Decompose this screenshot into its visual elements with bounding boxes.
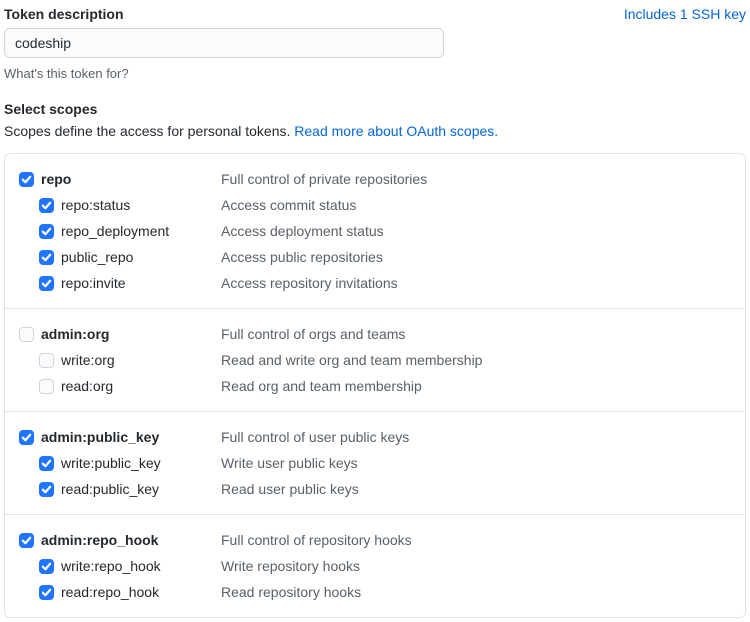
scope-desc: Full control of orgs and teams [221, 326, 405, 342]
scope-desc: Full control of private repositories [221, 171, 427, 187]
scope-desc: Read and write org and team membership [221, 352, 482, 368]
scope-row-child: write:public_key Write user public keys [19, 450, 731, 476]
scope-name: repo_deployment [61, 223, 169, 239]
scope-desc: Access repository invitations [221, 275, 398, 291]
scope-checkbox-write-org[interactable] [39, 353, 54, 368]
scope-desc: Access commit status [221, 197, 356, 213]
scope-checkbox-write-public-key[interactable] [39, 456, 54, 471]
scope-name: admin:repo_hook [41, 532, 158, 548]
oauth-scopes-link[interactable]: Read more about OAuth scopes. [294, 123, 498, 139]
ssh-key-link[interactable]: Includes 1 SSH key [624, 6, 746, 22]
select-scopes-heading: Select scopes [4, 101, 746, 117]
scope-checkbox-read-org[interactable] [39, 379, 54, 394]
scope-checkbox-repo-status[interactable] [39, 198, 54, 213]
scope-checkbox-read-public-key[interactable] [39, 482, 54, 497]
scopes-desc-prefix: Scopes define the access for personal to… [4, 123, 294, 139]
scope-checkbox-admin-repo-hook[interactable] [19, 533, 34, 548]
token-description-label: Token description [4, 6, 444, 22]
scope-group: admin:repo_hook Full control of repositor… [5, 514, 745, 617]
token-description-input[interactable] [4, 28, 444, 58]
scope-desc: Read repository hooks [221, 584, 361, 600]
scope-name: repo [41, 171, 71, 187]
scope-row-parent: repo Full control of private repositories [19, 166, 731, 192]
scope-checkbox-public-repo[interactable] [39, 250, 54, 265]
scope-row-child: repo:status Access commit status [19, 192, 731, 218]
scope-group: admin:org Full control of orgs and teams w… [5, 308, 745, 411]
scope-row-child: read:repo_hook Read repository hooks [19, 579, 731, 605]
scope-row-child: write:org Read and write org and team mem… [19, 347, 731, 373]
scope-row-child: write:repo_hook Write repository hooks [19, 553, 731, 579]
scope-checkbox-admin-org[interactable] [19, 327, 34, 342]
scope-group: repo Full control of private repositories… [5, 154, 745, 308]
scope-desc: Write user public keys [221, 455, 358, 471]
scope-desc: Read org and team membership [221, 378, 422, 394]
scope-name: admin:org [41, 326, 109, 342]
scope-name: repo:status [61, 197, 130, 213]
scope-row-child: public_repo Access public repositories [19, 244, 731, 270]
scope-checkbox-repo-invite[interactable] [39, 276, 54, 291]
scope-name: write:org [61, 352, 115, 368]
scope-name: write:public_key [61, 455, 161, 471]
scope-checkbox-admin-public-key[interactable] [19, 430, 34, 445]
scope-desc: Access public repositories [221, 249, 383, 265]
scope-name: read:repo_hook [61, 584, 159, 600]
scope-group: admin:public_key Full control of user pub… [5, 411, 745, 514]
scope-name: read:org [61, 378, 113, 394]
scope-row-child: repo:invite Access repository invitations [19, 270, 731, 296]
scope-row-parent: admin:public_key Full control of user pub… [19, 424, 731, 450]
scope-checkbox-repo-deployment[interactable] [39, 224, 54, 239]
scope-row-parent: admin:repo_hook Full control of repositor… [19, 527, 731, 553]
scopes-description: Scopes define the access for personal to… [4, 123, 746, 139]
scope-name: write:repo_hook [61, 558, 161, 574]
scope-checkbox-repo[interactable] [19, 172, 34, 187]
scope-name: public_repo [61, 249, 133, 265]
scope-row-child: read:public_key Read user public keys [19, 476, 731, 502]
scope-name: admin:public_key [41, 429, 159, 445]
scope-row-child: repo_deployment Access deployment status [19, 218, 731, 244]
scope-row-child: read:org Read org and team membership [19, 373, 731, 399]
scope-desc: Read user public keys [221, 481, 359, 497]
scope-row-parent: admin:org Full control of orgs and teams [19, 321, 731, 347]
scopes-container: repo Full control of private repositories… [4, 153, 746, 618]
scope-desc: Write repository hooks [221, 558, 360, 574]
scope-name: read:public_key [61, 481, 159, 497]
token-help-text: What's this token for? [4, 66, 444, 81]
scope-name: repo:invite [61, 275, 126, 291]
scope-desc: Full control of user public keys [221, 429, 409, 445]
scope-checkbox-read-repo-hook[interactable] [39, 585, 54, 600]
scope-desc: Full control of repository hooks [221, 532, 412, 548]
scope-desc: Access deployment status [221, 223, 384, 239]
scope-checkbox-write-repo-hook[interactable] [39, 559, 54, 574]
